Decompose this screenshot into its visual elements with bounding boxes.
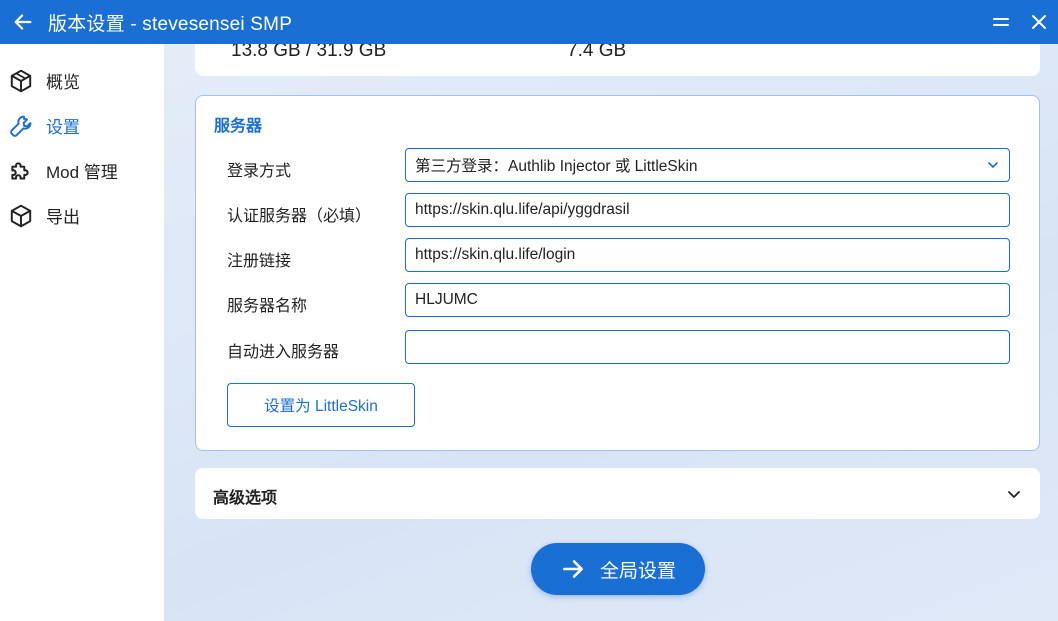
sidebar-item-label: 导出: [46, 208, 80, 227]
puzzle-icon: [8, 158, 34, 184]
auth-server-label: 认证服务器（必填）: [227, 208, 372, 225]
storage-available: 7.4 GB: [567, 44, 627, 61]
sidebar: 概览 设置 Mod 管理 导出: [0, 44, 164, 621]
minimize-icon: [993, 18, 1009, 26]
sidebar-item-label: 概览: [46, 73, 80, 92]
global-settings-label: 全局设置: [599, 560, 676, 582]
minimize-button[interactable]: [982, 0, 1020, 44]
set-littleskin-button[interactable]: 设置为 LittleSkin: [227, 383, 415, 427]
server-name-label: 服务器名称: [227, 298, 308, 315]
register-link-label: 注册链接: [227, 253, 292, 270]
sidebar-item-label: Mod 管理: [46, 163, 118, 182]
window-title: 版本设置 - stevesensei SMP: [48, 13, 293, 35]
sidebar-item-label: 设置: [46, 118, 80, 137]
close-button[interactable]: [1020, 0, 1058, 44]
chevron-down-icon: [1008, 491, 1020, 498]
server-card-title: 服务器: [214, 118, 263, 135]
server-card: 服务器 登录方式 第三方登录：Authlib Injector 或 Little…: [195, 95, 1040, 451]
login-method-select[interactable]: 第三方登录：Authlib Injector 或 LittleSkin: [405, 148, 1010, 182]
arrow-right-icon: [560, 556, 586, 582]
auto-join-label: 自动进入服务器: [227, 344, 340, 361]
close-icon: [1032, 15, 1046, 29]
server-name-input[interactable]: [415, 291, 1009, 309]
auto-join-input[interactable]: [415, 338, 1009, 356]
chevron-down-icon: [988, 162, 998, 168]
register-link-field[interactable]: [405, 238, 1010, 272]
login-method-label: 登录方式: [227, 163, 292, 180]
sidebar-item-settings[interactable]: 设置: [0, 103, 164, 148]
storage-card: 13.8 GB / 31.9 GB 7.4 GB: [195, 44, 1040, 76]
register-link-input[interactable]: [415, 246, 1009, 264]
package-icon: [8, 203, 34, 229]
advanced-options-title: 高级选项: [213, 490, 278, 507]
window-controls: [982, 0, 1058, 44]
sidebar-item-export[interactable]: 导出: [0, 193, 164, 238]
auth-server-input[interactable]: [415, 201, 1009, 219]
back-button[interactable]: [0, 0, 46, 44]
cube-outline-icon: [8, 68, 34, 94]
global-settings-button[interactable]: 全局设置: [531, 543, 705, 595]
sidebar-item-overview[interactable]: 概览: [0, 58, 164, 103]
auto-join-field[interactable]: [405, 330, 1010, 364]
storage-used-total: 13.8 GB / 31.9 GB: [231, 44, 387, 61]
arrow-left-icon: [14, 14, 32, 30]
auth-server-field[interactable]: [405, 193, 1010, 227]
main-content[interactable]: 13.8 GB / 31.9 GB 7.4 GB 服务器 登录方式 第三方登录：…: [164, 44, 1058, 621]
wrench-icon: [8, 113, 34, 139]
login-method-value: 第三方登录：Authlib Injector 或 LittleSkin: [415, 158, 698, 175]
server-name-field[interactable]: [405, 283, 1010, 317]
sidebar-item-mod-management[interactable]: Mod 管理: [0, 148, 164, 193]
advanced-options-card[interactable]: 高级选项: [195, 468, 1040, 519]
title-bar: 版本设置 - stevesensei SMP: [0, 0, 1058, 44]
